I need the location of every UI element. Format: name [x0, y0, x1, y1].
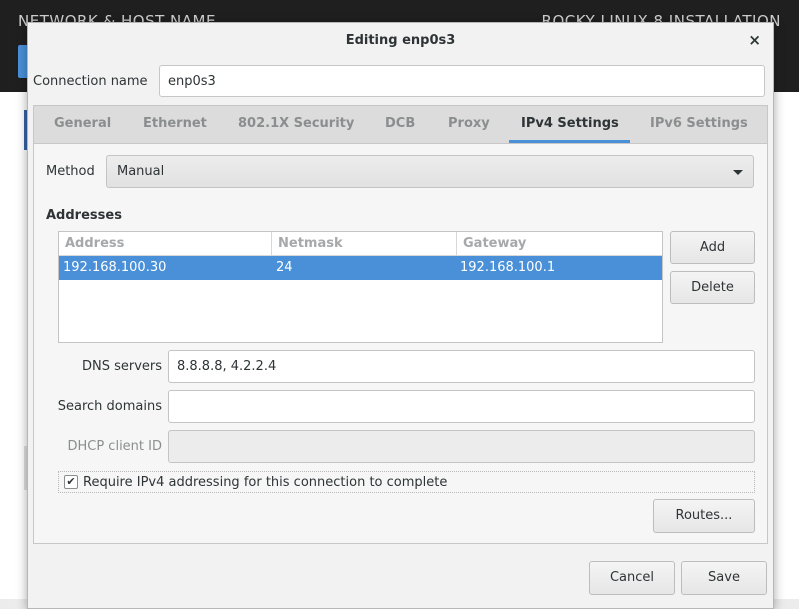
connection-name-label: Connection name [33, 74, 148, 89]
search-domains-label: Search domains [57, 399, 162, 414]
add-address-button[interactable]: Add [670, 231, 755, 264]
netmask-cell[interactable]: 24 [276, 260, 293, 275]
method-dropdown[interactable]: Manual [106, 155, 754, 188]
dns-servers-label: DNS servers [81, 359, 162, 374]
dhcp-client-id-label: DHCP client ID [67, 439, 162, 454]
dhcp-client-id-input [168, 430, 755, 463]
column-header-netmask[interactable]: Netmask [271, 232, 456, 256]
tab-general[interactable]: General [54, 116, 111, 131]
settings-notebook: General Ethernet 802.1X Security DCB Pro… [33, 105, 768, 544]
addresses-table: Address Netmask Gateway 192.168.100.30 2… [58, 231, 663, 343]
require-ipv4-label[interactable]: Require IPv4 addressing for this connect… [83, 475, 447, 490]
tab-ipv6-settings[interactable]: IPv6 Settings [650, 116, 748, 131]
search-domains-input[interactable] [168, 390, 755, 423]
connection-name-input[interactable] [159, 65, 765, 97]
cancel-button[interactable]: Cancel [589, 561, 675, 595]
table-row[interactable]: 192.168.100.30 24 192.168.100.1 [59, 256, 662, 280]
tab-8021x-security[interactable]: 802.1X Security [238, 116, 354, 131]
method-label: Method [46, 164, 95, 179]
routes-button[interactable]: Routes... [653, 499, 755, 533]
dialog-titlebar: Editing enp0s3 × [28, 23, 773, 59]
method-value: Manual [117, 164, 165, 179]
save-button[interactable]: Save [681, 561, 767, 595]
chevron-down-icon [733, 170, 743, 175]
require-ipv4-checkbox[interactable]: ✔ [64, 475, 78, 489]
gateway-cell[interactable]: 192.168.100.1 [460, 260, 555, 275]
tab-dcb[interactable]: DCB [385, 116, 415, 131]
delete-address-button[interactable]: Delete [670, 271, 755, 304]
dialog-title: Editing enp0s3 [345, 33, 456, 48]
require-ipv4-checkbox-row[interactable]: ✔ Require IPv4 addressing for this conne… [58, 471, 755, 493]
addresses-heading: Addresses [46, 208, 122, 223]
column-header-address[interactable]: Address [59, 232, 271, 256]
tab-bar: General Ethernet 802.1X Security DCB Pro… [34, 106, 767, 144]
tab-ethernet[interactable]: Ethernet [143, 116, 207, 131]
dns-servers-input[interactable] [168, 350, 755, 383]
tab-proxy[interactable]: Proxy [448, 116, 490, 131]
tab-ipv4-settings[interactable]: IPv4 Settings [521, 116, 619, 131]
active-tab-indicator [509, 140, 630, 143]
address-cell[interactable]: 192.168.100.30 [63, 260, 166, 275]
close-icon[interactable]: × [748, 31, 761, 49]
column-header-gateway[interactable]: Gateway [456, 232, 662, 256]
editing-connection-dialog: Editing enp0s3 × Connection name General… [27, 22, 774, 609]
